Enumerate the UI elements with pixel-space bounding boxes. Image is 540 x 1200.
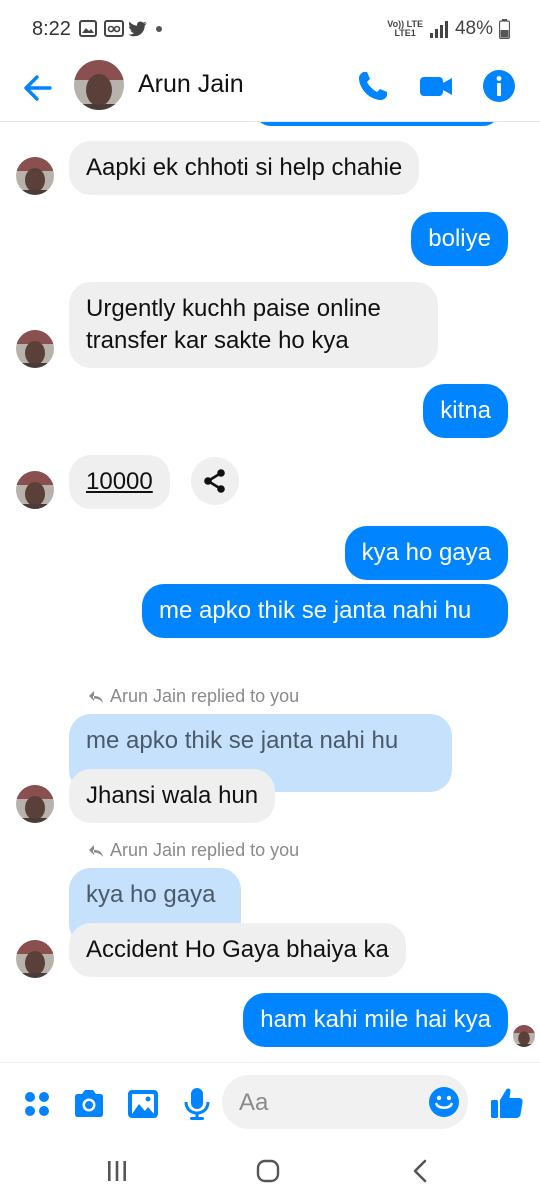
signal-icon [429,21,448,38]
incoming-message[interactable]: Aapki ek chhoti si help chahie [69,141,420,195]
outgoing-message[interactable]: kya ho gaya [344,526,508,580]
emoji-icon[interactable] [428,1086,460,1118]
camera-icon[interactable] [72,1087,106,1121]
message-list[interactable]: Aapki ek chhoti si help chahie boliye Ur… [0,122,540,1062]
outgoing-message[interactable]: boliye [411,212,508,266]
share-icon[interactable] [191,457,239,505]
contact-avatar-small[interactable] [16,940,54,978]
like-icon[interactable] [489,1085,525,1121]
status-time: 8:22 [32,18,71,40]
network-indicator: Vo)) LTE LTE1 [387,20,423,38]
apps-icon[interactable] [20,1087,54,1121]
reply-indicator: Arun Jain replied to you [88,686,299,707]
incoming-message[interactable]: Urgently kuchh paise online transfer kar… [69,282,438,368]
network-label-bottom: LTE1 [394,28,416,38]
battery-icon [499,19,510,39]
contact-avatar-small[interactable] [16,157,54,195]
more-notifications-dot-icon [156,26,162,32]
outgoing-message[interactable]: kitna [423,384,508,438]
battery-percent: 48% [454,18,493,39]
home-icon[interactable] [256,1159,280,1183]
info-icon[interactable] [481,68,517,104]
phone-icon[interactable] [355,68,391,104]
reply-label: Arun Jain replied to you [110,686,300,706]
contact-avatar-small[interactable] [16,471,54,509]
reply-arrow-icon [89,690,103,703]
gallery-notification-icon [79,20,97,37]
voicemail-notification-icon [104,20,124,37]
video-icon[interactable] [418,68,454,104]
read-receipt-avatar [513,1025,535,1047]
gallery-icon[interactable] [126,1087,160,1121]
mic-icon[interactable] [180,1087,214,1121]
incoming-message[interactable]: Jhansi wala hun [69,769,276,823]
outgoing-message[interactable]: ham kahi mile hai kya [243,993,508,1047]
chat-header: Arun Jain [0,60,540,122]
contact-avatar-small[interactable] [16,330,54,368]
status-bar: 8:22 Vo)) LTE LTE1 48% [0,0,540,60]
reply-label: Arun Jain replied to you [110,840,300,860]
back-arrow-icon[interactable] [20,70,56,106]
contact-avatar[interactable] [74,60,124,110]
outgoing-message[interactable]: me apko thik se janta nahi hu [142,584,508,638]
composer: Aa [0,1062,540,1142]
previous-message-bubble[interactable] [254,122,500,126]
message-input[interactable]: Aa [222,1075,468,1129]
system-nav-bar [0,1142,540,1200]
incoming-message-link[interactable]: 10000 [69,455,170,509]
twitter-notification-icon [128,21,147,37]
status-right: Vo)) LTE LTE1 48% [387,18,510,40]
reply-arrow-icon [89,844,103,857]
reply-indicator: Arun Jain replied to you [88,840,299,861]
message-input-placeholder: Aa [239,1089,269,1116]
contact-name[interactable]: Arun Jain [138,70,244,99]
system-back-icon[interactable] [410,1159,430,1183]
incoming-message[interactable]: Accident Ho Gaya bhaiya ka [69,923,406,977]
contact-avatar-small[interactable] [16,785,54,823]
recent-apps-icon[interactable] [106,1160,128,1182]
